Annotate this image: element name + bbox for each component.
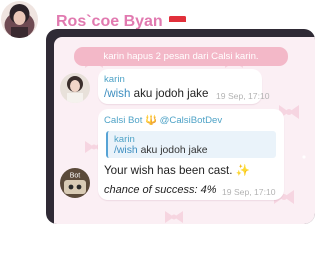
message-bubble-bot[interactable]: Calsi Bot 🔱 @CalsiBotDev karin /wish aku… (98, 109, 284, 200)
bot-avatar[interactable]: Bot (60, 168, 90, 198)
message-text: Your wish has been cast. ✨ (104, 164, 251, 177)
message-sender[interactable]: karin (104, 74, 125, 85)
screenshot-root: Ros`coe Byan karin hapus 2 pesan dari Ca… (0, 0, 320, 272)
message-time: 19 Sep, 17:10 (216, 91, 270, 101)
reply-text: /wish aku jodoh jake (114, 145, 208, 156)
command-link[interactable]: /wish (104, 87, 130, 100)
reply-body: aku jodoh jake (140, 145, 208, 156)
indonesia-flag-icon (168, 16, 186, 28)
profile-avatar[interactable] (1, 1, 38, 38)
message-sender[interactable]: Calsi Bot 🔱 @CalsiBotDev (104, 115, 222, 126)
reply-sender: karin (114, 134, 135, 145)
reply-command: /wish (114, 145, 138, 156)
reply-quote[interactable]: karin /wish aku jodoh jake (106, 131, 276, 158)
chance-text: chance of success: 4% (104, 184, 217, 196)
message-time: 19 Sep, 17:10 (222, 187, 276, 197)
karin-avatar[interactable] (60, 73, 90, 103)
service-message: karin hapus 2 pesan dari Calsi karin. (74, 47, 288, 66)
chat-background: karin hapus 2 pesan dari Calsi karin. ka… (54, 37, 315, 224)
message-text: /wish aku jodoh jake (104, 87, 208, 100)
message-bubble-karin[interactable]: karin /wish aku jodoh jake 19 Sep, 17:10 (98, 69, 270, 104)
chat-panel: karin hapus 2 pesan dari Calsi karin. ka… (46, 29, 315, 224)
bot-avatar-label: Bot (70, 173, 81, 180)
message-body: aku jodoh jake (133, 87, 209, 100)
